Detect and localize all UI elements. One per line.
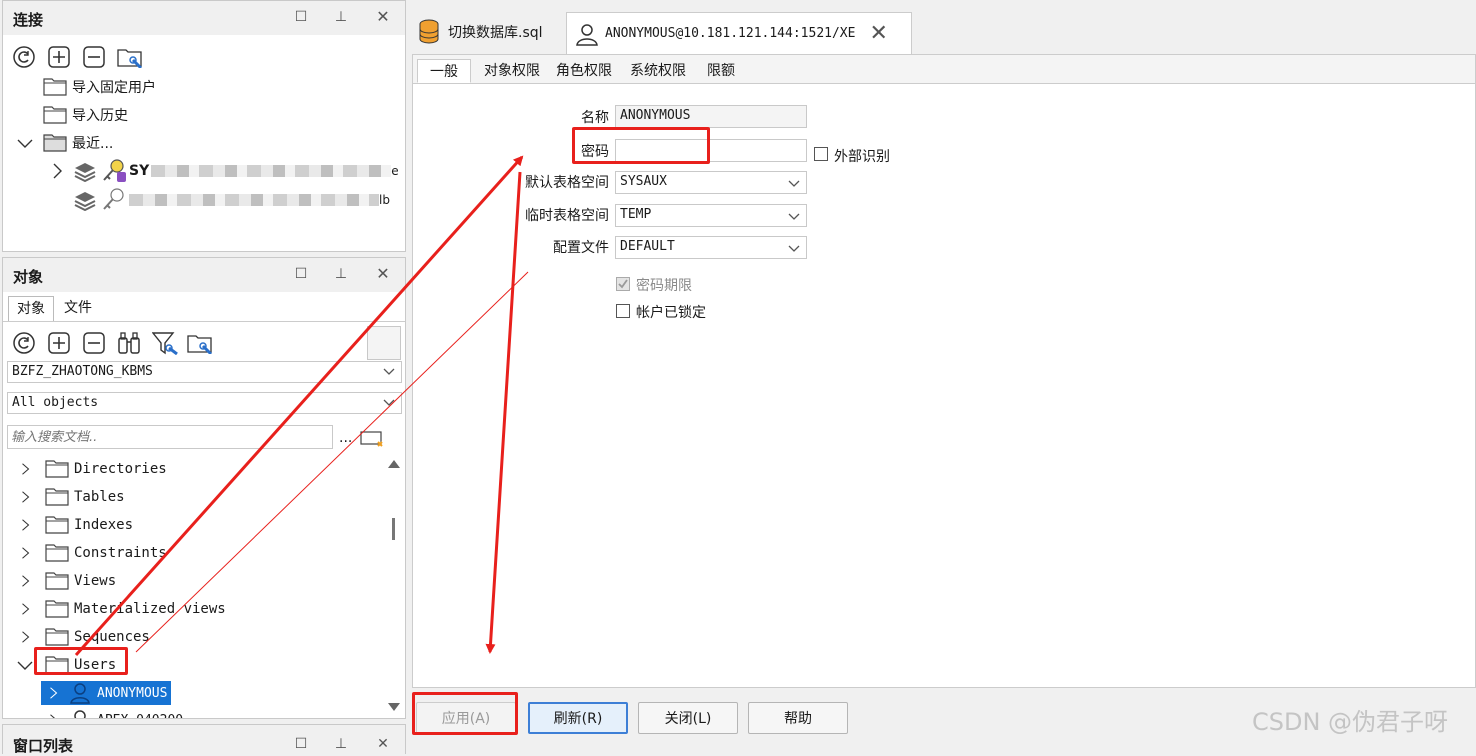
arrow-password-to-apply [485, 171, 522, 654]
annotation-arrows [74, 155, 529, 657]
arrow-users-to-password [74, 155, 524, 657]
arrow-thin-users [135, 271, 529, 653]
